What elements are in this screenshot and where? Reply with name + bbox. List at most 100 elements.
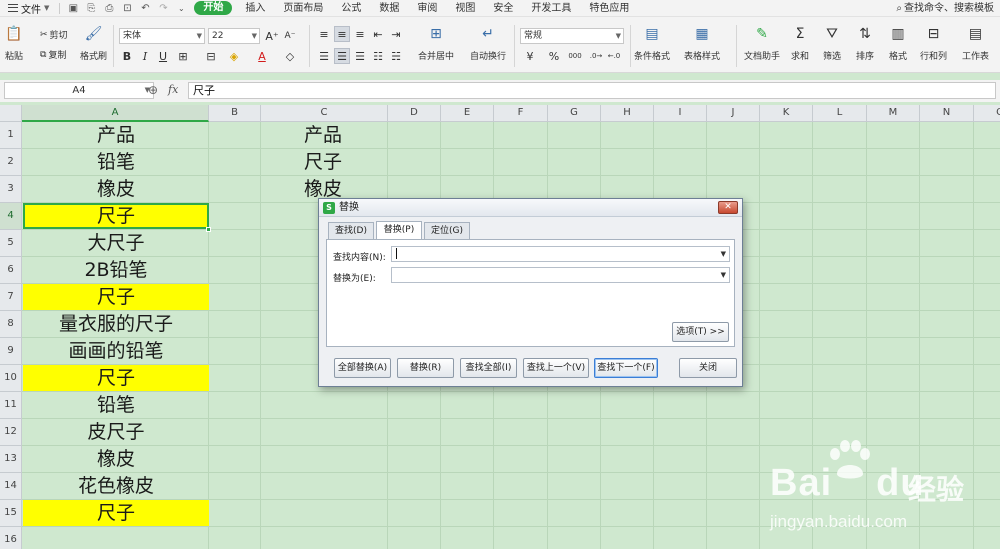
cell-a3[interactable]: 橡皮 — [23, 176, 209, 202]
cell-a12[interactable]: 皮尺子 — [23, 419, 209, 445]
row-header-15[interactable]: 15 — [0, 500, 22, 527]
filter-button[interactable]: ⛛ 筛选 — [823, 25, 841, 62]
formula-input[interactable]: 尺子 — [188, 82, 996, 99]
close-button[interactable]: 关闭 — [679, 358, 737, 378]
font-name-select[interactable]: 宋体 ▼ — [119, 28, 205, 44]
fx-icon[interactable]: fx — [168, 83, 178, 96]
column-header-j[interactable]: J — [707, 105, 760, 122]
doc-helper-button[interactable]: ✎ 文档助手 — [744, 25, 780, 62]
cell-a1[interactable]: 产品 — [23, 122, 209, 148]
format-button[interactable]: ▥ 格式 — [889, 25, 907, 62]
bold-icon[interactable]: B — [119, 48, 135, 64]
save-icon[interactable]: ▣ — [64, 0, 82, 17]
cell-a14[interactable]: 花色橡皮 — [23, 473, 209, 499]
cell-a4[interactable]: 尺子 — [23, 203, 209, 229]
row-header-16[interactable]: 16 — [0, 527, 22, 549]
print-icon[interactable]: ⎙ — [100, 0, 118, 17]
tab-formulas[interactable]: 公式 — [332, 0, 370, 17]
cell-a15[interactable]: 尺子 — [23, 500, 209, 526]
cell-c2[interactable]: 尺子 — [304, 149, 342, 175]
chevron-down-icon[interactable]: ▼ — [721, 247, 726, 261]
copy-button[interactable]: ⧉ 复制 — [40, 48, 66, 62]
distributed-icon[interactable]: ☵ — [388, 48, 404, 64]
align-left-icon[interactable]: ☰ — [316, 48, 332, 64]
row-header-8[interactable]: 8 — [0, 311, 22, 338]
command-search[interactable]: ⌕ 查找命令、搜索模板 — [896, 0, 994, 17]
column-header-o[interactable]: O — [974, 105, 1000, 122]
wrap-text-button[interactable]: ↵ 自动换行 — [470, 25, 506, 62]
options-button[interactable]: 选项(T) >> — [672, 322, 729, 342]
cell-a10[interactable]: 尺子 — [23, 365, 209, 391]
tab-developer[interactable]: 开发工具 — [522, 0, 580, 17]
column-header-f[interactable]: F — [494, 105, 548, 122]
chevron-down-icon[interactable]: ▼ — [721, 268, 726, 282]
tab-find[interactable]: 查找(D) — [328, 222, 374, 239]
clear-icon[interactable]: ◇ — [282, 48, 298, 64]
replace-all-button[interactable]: 全部替换(A) — [334, 358, 391, 378]
column-header-e[interactable]: E — [441, 105, 494, 122]
indent-decrease-icon[interactable]: ⇤ — [370, 26, 386, 42]
find-all-button[interactable]: 查找全部(I) — [460, 358, 517, 378]
file-menu[interactable]: 文件 ▼ — [0, 0, 55, 17]
tab-data[interactable]: 数据 — [370, 0, 408, 17]
tab-security[interactable]: 安全 — [484, 0, 522, 17]
print-preview-icon[interactable]: ⊡ — [118, 0, 136, 17]
sort-button[interactable]: ⇅ 排序 — [856, 25, 874, 62]
find-input[interactable]: ▼ — [391, 246, 730, 262]
sum-button[interactable]: Σ 求和 — [791, 25, 809, 62]
row-header-2[interactable]: 2 — [0, 149, 22, 176]
row-header-4[interactable]: 4 — [0, 203, 22, 230]
column-header-d[interactable]: D — [388, 105, 441, 122]
tab-view[interactable]: 视图 — [446, 0, 484, 17]
cell-a2[interactable]: 铅笔 — [23, 149, 209, 175]
replace-input[interactable]: ▼ — [391, 267, 730, 283]
fill-handle[interactable] — [206, 227, 211, 232]
cell-a7[interactable]: 尺子 — [23, 284, 209, 310]
column-header-m[interactable]: M — [867, 105, 920, 122]
paste-button[interactable]: 📋 粘贴 — [5, 25, 23, 62]
indent-increase-icon[interactable]: ⇥ — [388, 26, 404, 42]
justify-icon[interactable]: ☷ — [370, 48, 386, 64]
column-header-k[interactable]: K — [760, 105, 813, 122]
align-top-icon[interactable]: ≡ — [316, 26, 332, 42]
fill-color-icon[interactable]: ◈ — [226, 48, 242, 64]
decrease-decimal-icon[interactable]: ←.0 — [606, 48, 622, 64]
percent-icon[interactable]: % — [546, 48, 562, 64]
tab-goto[interactable]: 定位(G) — [424, 222, 470, 239]
cell-c1[interactable]: 产品 — [304, 122, 342, 148]
align-bottom-icon[interactable]: ≡ — [352, 26, 368, 42]
select-all-corner[interactable] — [0, 105, 22, 122]
cut-button[interactable]: ✂ 剪切 — [40, 28, 68, 42]
currency-icon[interactable]: ¥ — [522, 48, 538, 64]
find-next-button[interactable]: 查找下一个(F) — [594, 358, 658, 378]
column-header-n[interactable]: N — [920, 105, 974, 122]
row-header-12[interactable]: 12 — [0, 419, 22, 446]
tab-review[interactable]: 审阅 — [408, 0, 446, 17]
increase-decimal-icon[interactable]: .0→ — [588, 48, 604, 64]
row-header-13[interactable]: 13 — [0, 446, 22, 473]
tab-special[interactable]: 特色应用 — [580, 0, 638, 17]
rows-cols-button[interactable]: ⊟ 行和列 — [920, 25, 947, 62]
thousands-icon[interactable]: 000 — [564, 48, 586, 64]
cell-a6[interactable]: 2B铅笔 — [23, 257, 209, 283]
dialog-titlebar[interactable]: S 替换 ✕ — [319, 199, 742, 217]
row-header-14[interactable]: 14 — [0, 473, 22, 500]
font-size-select[interactable]: 22 ▼ — [208, 28, 260, 44]
cell-a9[interactable]: 画画的铅笔 — [23, 338, 209, 364]
font-color-icon[interactable]: A — [254, 48, 270, 64]
cell-a8[interactable]: 量衣服的尺子 — [23, 311, 209, 337]
customize-dropdown-icon[interactable]: ⌄ — [172, 0, 190, 17]
align-right-icon[interactable]: ☰ — [352, 48, 368, 64]
table-style-button[interactable]: ▦ 表格样式 — [684, 25, 720, 62]
tab-replace[interactable]: 替换(P) — [376, 221, 422, 239]
row-header-1[interactable]: 1 — [0, 122, 22, 149]
cell-a13[interactable]: 橡皮 — [23, 446, 209, 472]
tab-home[interactable]: 开始 — [194, 1, 233, 15]
underline-icon[interactable]: U — [155, 48, 171, 64]
worksheet-button[interactable]: ▤ 工作表 — [962, 25, 989, 62]
conditional-format-button[interactable]: ▤ 条件格式 — [634, 25, 670, 62]
zoom-icon[interactable]: ⊕ — [148, 83, 158, 97]
column-header-b[interactable]: B — [209, 105, 261, 122]
redo-icon[interactable]: ↷ — [154, 0, 172, 17]
strikethrough-icon[interactable]: ⊟ — [203, 48, 219, 64]
